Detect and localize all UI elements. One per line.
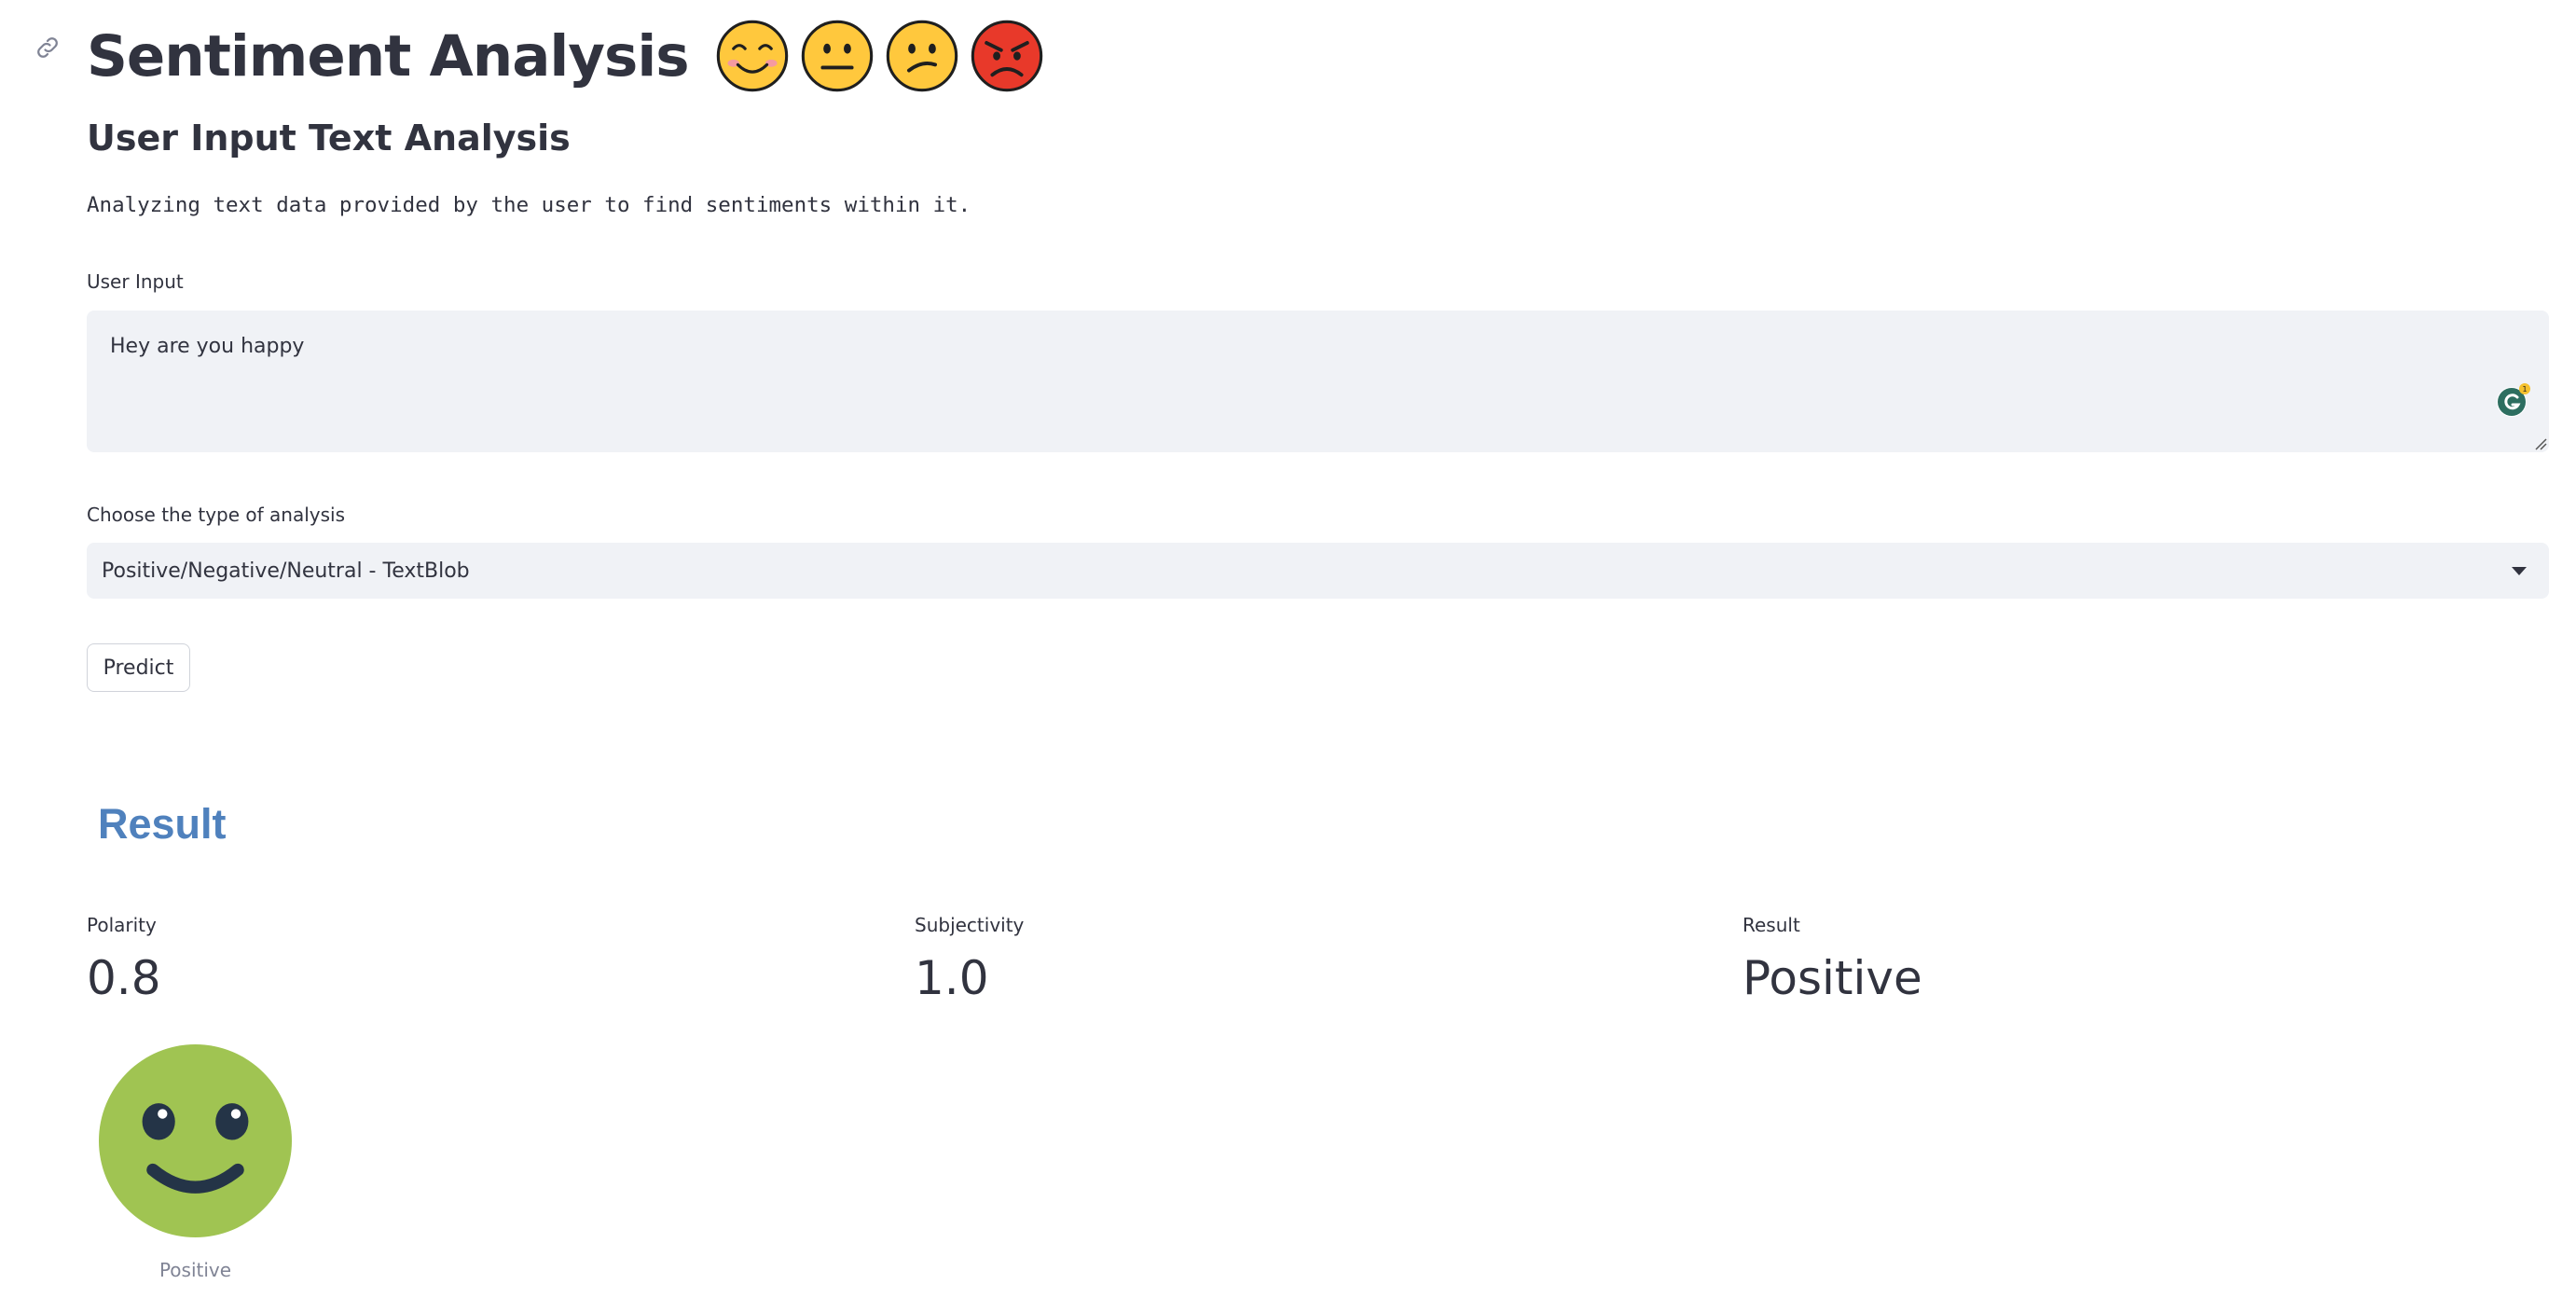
- analysis-type-select[interactable]: Positive/Negative/Neutral - TextBlob: [87, 543, 2549, 599]
- image-caption: Positive: [158, 1259, 232, 1281]
- metric-polarity: Polarity 0.8: [87, 914, 161, 1005]
- section-description: Analyzing text data provided by the user…: [87, 193, 971, 217]
- metric-subjectivity: Subjectivity 1.0: [915, 914, 1024, 1005]
- section-subheader: User Input Text Analysis: [87, 117, 571, 159]
- smiling-face-icon: [716, 20, 788, 92]
- positive-smiley-image: [99, 1044, 292, 1237]
- svg-text:1: 1: [2522, 385, 2527, 394]
- title-row: Sentiment Analysis: [87, 9, 1043, 103]
- result-heading: Result: [98, 800, 227, 848]
- metric-label: Result: [1743, 914, 1800, 936]
- user-input-value: Hey are you happy: [110, 335, 305, 358]
- analysis-type-selected: Positive/Negative/Neutral - TextBlob: [102, 559, 470, 583]
- predict-button[interactable]: Predict: [87, 643, 190, 692]
- grammarly-icon[interactable]: 1: [2495, 381, 2532, 419]
- metric-value: 1.0: [915, 951, 989, 1005]
- page-title: Sentiment Analysis: [87, 22, 690, 90]
- resize-handle-icon[interactable]: [2532, 435, 2547, 450]
- neutral-face-icon: [801, 20, 873, 92]
- angry-face-icon: [971, 20, 1042, 92]
- metric-label: Polarity: [87, 914, 157, 936]
- link-icon[interactable]: [34, 34, 62, 62]
- metric-value: Positive: [1743, 951, 1922, 1005]
- metric-result: Result Positive: [1743, 914, 1922, 1005]
- metric-label: Subjectivity: [915, 914, 1025, 936]
- chevron-down-icon: [2512, 566, 2527, 575]
- metric-value: 0.8: [87, 951, 161, 1005]
- user-input-textarea[interactable]: Hey are you happy 1: [87, 311, 2549, 452]
- confused-face-icon: [886, 20, 957, 92]
- app-page: Sentiment Analysis User Input Text Analy…: [0, 0, 2576, 1298]
- user-input-label: User Input: [87, 270, 184, 293]
- analysis-type-label: Choose the type of analysis: [87, 504, 346, 526]
